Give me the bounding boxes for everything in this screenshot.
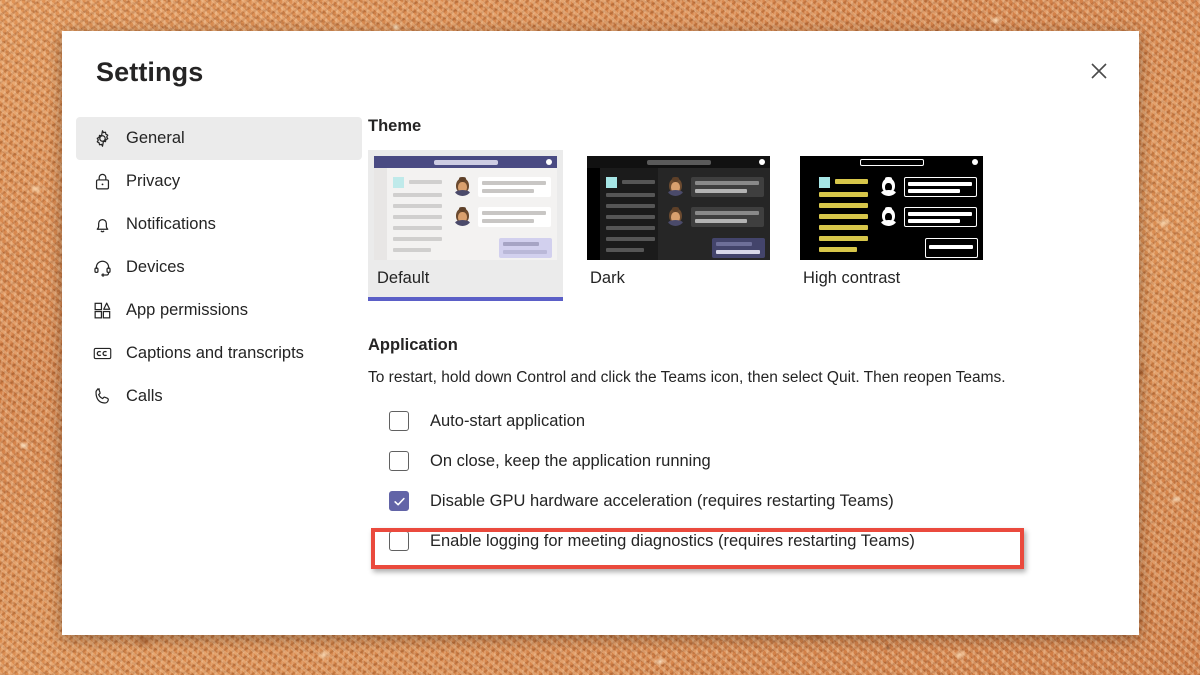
sidebar-item-devices[interactable]: Devices [76, 246, 362, 289]
sidebar-item-label: Calls [126, 387, 163, 405]
thumb-team-swatch [819, 177, 830, 188]
theme-option-default[interactable]: Default [368, 150, 563, 301]
sidebar-item-notifications[interactable]: Notifications [76, 203, 362, 246]
checkbox-enable-logging[interactable] [389, 531, 409, 551]
thumb-titlebar [800, 156, 983, 168]
thumb-chat-area [658, 168, 770, 260]
theme-option-dark[interactable]: Dark [581, 150, 776, 301]
checkbox-keep-running[interactable] [389, 451, 409, 471]
close-icon [1090, 62, 1108, 80]
theme-heading: Theme [368, 117, 422, 135]
thumb-search-pill [433, 159, 498, 165]
sidebar-item-privacy[interactable]: Privacy [76, 160, 362, 203]
thumb-chat-area [871, 168, 983, 260]
thumb-avatar [666, 207, 685, 226]
sidebar-item-captions-and-transcripts[interactable]: Captions and transcripts [76, 332, 362, 375]
thumb-avatar [666, 177, 685, 196]
checkbox-row-auto-start[interactable]: Auto-start application [368, 401, 1139, 441]
theme-thumbnail-high-contrast [800, 156, 983, 260]
checkbox-row-enable-logging[interactable]: Enable logging for meeting diagnostics (… [368, 521, 1139, 561]
sidebar-item-label: General [126, 129, 185, 147]
sidebar-item-label: Notifications [126, 215, 216, 233]
thumb-avatar [453, 177, 472, 196]
checkbox-row-keep-running[interactable]: On close, keep the application running [368, 441, 1139, 481]
phone-icon [91, 386, 113, 408]
sidebar-item-app-permissions[interactable]: App permissions [76, 289, 362, 332]
sidebar-item-label: Devices [126, 258, 185, 276]
sidebar-item-label: App permissions [126, 301, 248, 319]
cc-icon [91, 343, 113, 365]
checkbox-row-disable-gpu[interactable]: Disable GPU hardware acceleration (requi… [368, 481, 1139, 521]
settings-sidebar: General Privacy Notifications Devices Ap… [62, 117, 362, 561]
sidebar-item-label: Privacy [126, 172, 181, 190]
page-title: Settings [96, 57, 204, 87]
thumb-sidebar [387, 168, 445, 260]
theme-thumbnail-dark [587, 156, 770, 260]
checkbox-label: Auto-start application [430, 411, 586, 430]
thumb-rail [374, 168, 387, 260]
apps-icon [91, 300, 113, 322]
thumb-avatar-dot [759, 159, 765, 165]
thumb-avatar-dot [972, 159, 978, 165]
checkbox-label: On close, keep the application running [430, 451, 711, 470]
settings-main-panel: Theme Default Dark High contrast Applica… [362, 117, 1139, 561]
headset-icon [91, 257, 113, 279]
checkbox-disable-gpu[interactable] [389, 491, 409, 511]
application-section: Application To restart, hold down Contro… [368, 336, 1139, 561]
thumb-titlebar [587, 156, 770, 168]
theme-option-label: High contrast [803, 269, 901, 287]
checkbox-auto-start[interactable] [389, 411, 409, 431]
gear-icon [91, 128, 113, 150]
thumb-avatar [879, 177, 898, 196]
theme-thumbnail-default [374, 156, 557, 260]
thumb-sidebar [600, 168, 658, 260]
application-heading: Application [368, 336, 458, 354]
sidebar-item-general[interactable]: General [76, 117, 362, 160]
theme-options-row: Default Dark High contrast [368, 150, 1139, 301]
thumb-rail [587, 168, 600, 260]
lock-icon [91, 171, 113, 193]
sidebar-item-label: Captions and transcripts [126, 344, 304, 362]
thumb-sidebar [813, 168, 872, 260]
thumb-chat-area [445, 168, 557, 260]
thumb-avatar-dot [546, 159, 552, 165]
theme-option-label: Default [377, 269, 430, 287]
thumb-titlebar [374, 156, 557, 168]
thumb-avatar [453, 207, 472, 226]
thumb-rail [800, 168, 814, 260]
theme-option-label: Dark [590, 269, 625, 287]
application-description: To restart, hold down Control and click … [368, 369, 1006, 386]
thumb-avatar [879, 207, 898, 226]
thumb-search-pill [859, 158, 924, 166]
checkbox-label: Enable logging for meeting diagnostics (… [430, 531, 915, 550]
thumb-team-swatch [393, 177, 404, 188]
checkbox-label: Disable GPU hardware acceleration (requi… [430, 491, 894, 510]
theme-option-high-contrast[interactable]: High contrast [794, 150, 989, 301]
thumb-team-swatch [606, 177, 617, 188]
bell-icon [91, 214, 113, 236]
dialog-body: General Privacy Notifications Devices Ap… [62, 117, 1139, 561]
settings-dialog: Settings General Privacy Notifications D… [62, 31, 1139, 635]
thumb-search-pill [646, 159, 711, 165]
sidebar-item-calls[interactable]: Calls [76, 375, 362, 418]
dialog-header: Settings [62, 31, 1139, 117]
close-button[interactable] [1083, 55, 1115, 87]
